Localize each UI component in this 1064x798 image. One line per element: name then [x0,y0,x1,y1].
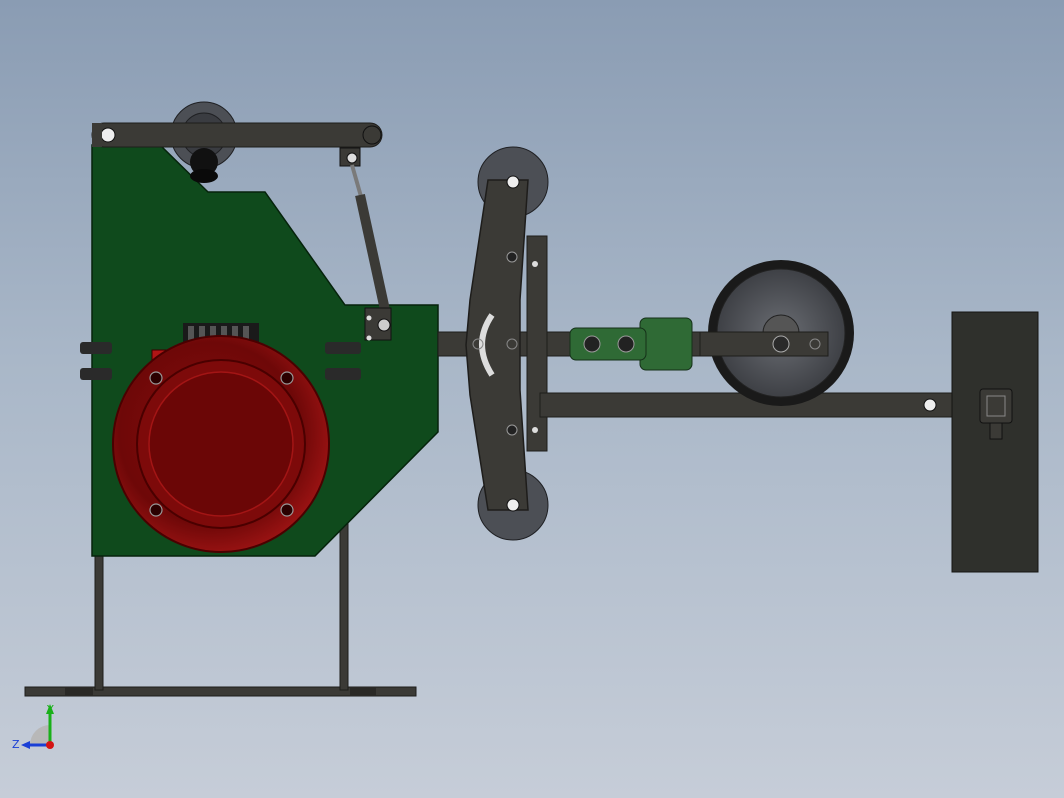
v-link-plate[interactable] [465,175,529,512]
cad-assembly[interactable]: Y Z [0,0,1064,798]
triad-z-label: Z [12,738,20,751]
top-lever-arm[interactable] [91,122,383,148]
counterweight-block[interactable] [951,311,1039,573]
carrier-plate[interactable] [526,235,548,452]
wheel-hub-bolt [772,335,790,353]
base-plate[interactable] [24,686,417,697]
green-clamp[interactable] [569,317,693,371]
upper-beam-overlay [699,331,829,357]
triad-y-label: Y [46,703,54,716]
graphics-viewport[interactable]: Y Z [0,0,1064,798]
